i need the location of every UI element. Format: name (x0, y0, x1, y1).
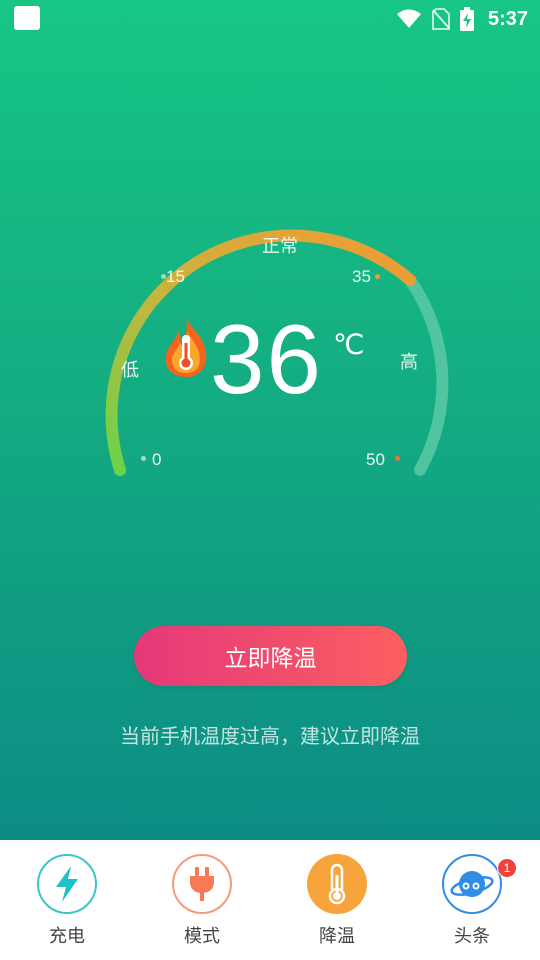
tick-label-35: 35 (352, 267, 371, 286)
nav-label-mode: 模式 (184, 926, 220, 947)
nav-circle-cool (307, 854, 367, 914)
zone-label-high: 高 (400, 352, 418, 373)
nav-item-mode[interactable]: 模式 (147, 854, 257, 954)
nav-label-charge: 充电 (49, 926, 85, 947)
status-time: 5:37 (487, 7, 528, 30)
thermometer-icon (328, 863, 346, 905)
temperature-hint: 当前手机温度过高，建议立即降温 (120, 724, 420, 748)
plug-icon (190, 867, 214, 901)
tick-dot-50 (395, 456, 400, 461)
nav-item-news[interactable]: 1 头条 (417, 854, 527, 954)
status-bar: 5:37 (0, 0, 540, 38)
main-screen: 5:37 正常 低 高 15 35 0 50 36 ℃ 立即降温 当前手机温度过… (0, 0, 540, 840)
battery-charging-icon (459, 7, 474, 31)
tick-dot-0 (141, 456, 146, 461)
wifi-icon (396, 9, 421, 28)
no-sim-icon (431, 8, 450, 30)
zone-label-low: 低 (121, 360, 139, 381)
temperature-gauge: 正常 低 高 15 35 0 50 36 ℃ (0, 170, 540, 510)
tick-label-0: 0 (152, 450, 162, 469)
tick-dot-35 (375, 274, 380, 279)
planet-icon (450, 871, 494, 897)
tick-label-15: 15 (166, 267, 185, 286)
thermometer-flame-icon (165, 317, 207, 377)
nav-circle-charge (37, 854, 97, 914)
tick-label-50: 50 (366, 450, 385, 469)
nav-item-cool[interactable]: 降温 (282, 854, 392, 954)
bottom-navigation: 充电 模式 降温 1 头条 (0, 840, 540, 960)
temperature-value: 36 (210, 304, 324, 414)
zone-label-normal: 正常 (262, 236, 298, 257)
app-square-icon (14, 6, 40, 30)
nav-label-cool: 降温 (319, 926, 355, 947)
gauge-track (404, 274, 449, 476)
cool-down-button[interactable]: 立即降温 (134, 626, 407, 686)
status-icons: 5:37 (396, 6, 528, 32)
nav-label-news: 头条 (454, 926, 490, 947)
lightning-icon (56, 866, 78, 902)
news-badge: 1 (497, 858, 517, 878)
nav-circle-mode (172, 854, 232, 914)
nav-circle-news (442, 854, 502, 914)
temperature-unit: ℃ (333, 328, 365, 361)
nav-item-charge[interactable]: 充电 (12, 854, 122, 954)
